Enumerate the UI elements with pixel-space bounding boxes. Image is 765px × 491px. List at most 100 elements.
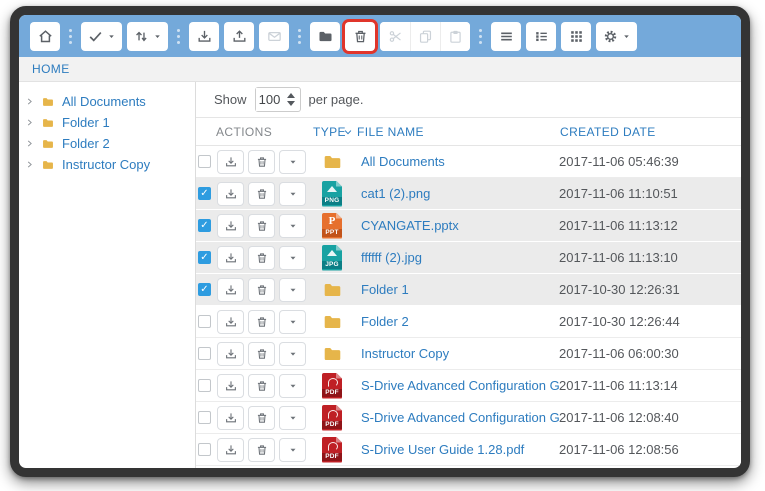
- download-icon: [224, 411, 238, 425]
- delete-button[interactable]: [345, 22, 375, 51]
- row-download-button[interactable]: [217, 150, 244, 174]
- created-date: 2017-11-06 05:46:39: [559, 154, 741, 169]
- file-name-link[interactable]: cat1 (2).png: [361, 186, 430, 201]
- table-body: All Documents 2017-11-06 05:46:39 PNG ca…: [196, 146, 741, 466]
- row-more-button[interactable]: [279, 406, 306, 430]
- file-type-label: JPG: [322, 261, 342, 269]
- row-download-button[interactable]: [217, 342, 244, 366]
- row-checkbox[interactable]: [198, 347, 211, 360]
- file-name-link[interactable]: Folder 2: [361, 314, 409, 329]
- download-button[interactable]: [189, 22, 219, 51]
- row-checkbox[interactable]: [198, 443, 211, 456]
- row-more-button[interactable]: [279, 342, 306, 366]
- stepper-up-icon[interactable]: [287, 93, 295, 98]
- row-more-button[interactable]: [279, 374, 306, 398]
- png-file-icon: PNG: [322, 181, 342, 207]
- toolbar-separator: [298, 29, 301, 44]
- row-delete-button[interactable]: [248, 278, 275, 302]
- download-icon: [224, 251, 238, 265]
- file-name-link[interactable]: Folder 1: [361, 282, 409, 297]
- row-delete-button[interactable]: [248, 182, 275, 206]
- row-download-button[interactable]: [217, 214, 244, 238]
- row-delete-button[interactable]: [248, 438, 275, 462]
- file-name-link[interactable]: S-Drive Advanced Configuration Gui...: [361, 410, 559, 425]
- row-download-button[interactable]: [217, 438, 244, 462]
- detail-view-button[interactable]: [526, 22, 556, 51]
- per-page-stepper[interactable]: [284, 88, 298, 111]
- trash-icon: [352, 28, 369, 45]
- row-delete-button[interactable]: [248, 342, 275, 366]
- sort-button[interactable]: [127, 22, 168, 51]
- column-header-created-date[interactable]: CREATED DATE: [560, 125, 656, 139]
- row-download-button[interactable]: [217, 278, 244, 302]
- per-page-input[interactable]: [256, 88, 284, 111]
- table-header: ACTIONS TYPE FILE NAME CREATED DATE: [196, 118, 741, 146]
- sidebar-item-instructor-copy[interactable]: Instructor Copy: [19, 154, 195, 175]
- row-download-button[interactable]: [217, 406, 244, 430]
- download-icon: [224, 347, 238, 361]
- file-name-link[interactable]: S-Drive User Guide 1.28.pdf: [361, 442, 524, 457]
- row-delete-button[interactable]: [248, 406, 275, 430]
- row-download-button[interactable]: [217, 374, 244, 398]
- row-checkbox[interactable]: [198, 251, 211, 264]
- toolbar-separator: [479, 29, 482, 44]
- row-checkbox[interactable]: [198, 219, 211, 232]
- file-type-label: PPT: [322, 229, 342, 237]
- list-view-button[interactable]: [491, 22, 521, 51]
- sidebar-item-all-documents[interactable]: All Documents: [19, 91, 195, 112]
- ppt-file-icon: PPPT: [322, 213, 342, 239]
- grid-view-button[interactable]: [561, 22, 591, 51]
- row-more-button[interactable]: [279, 310, 306, 334]
- row-checkbox[interactable]: [198, 379, 211, 392]
- file-name-link[interactable]: Instructor Copy: [361, 346, 449, 361]
- table-row: PDF S-Drive Advanced Configuration Gui..…: [196, 370, 741, 402]
- folder-icon: [40, 158, 56, 172]
- gear-icon: [602, 28, 619, 45]
- table-row: Folder 1 2017-10-30 12:26:31: [196, 274, 741, 306]
- row-checkbox[interactable]: [198, 283, 211, 296]
- email-button: [259, 22, 289, 51]
- column-header-file-name[interactable]: FILE NAME: [343, 125, 424, 139]
- expand-chevron-icon: [25, 118, 34, 127]
- row-download-button[interactable]: [217, 310, 244, 334]
- trash-icon: [255, 315, 269, 329]
- row-download-button[interactable]: [217, 246, 244, 270]
- table-row: JPG ffffff (2).jpg 2017-11-06 11:13:10: [196, 242, 741, 274]
- row-delete-button[interactable]: [248, 310, 275, 334]
- row-delete-button[interactable]: [248, 214, 275, 238]
- row-checkbox[interactable]: [198, 315, 211, 328]
- breadcrumb-home-link[interactable]: HOME: [32, 62, 70, 76]
- table-row: PNG cat1 (2).png 2017-11-06 11:10:51: [196, 178, 741, 210]
- row-delete-button[interactable]: [248, 150, 275, 174]
- row-more-button[interactable]: [279, 246, 306, 270]
- file-name-link[interactable]: CYANGATE.pptx: [361, 218, 459, 233]
- breadcrumb: HOME: [19, 57, 741, 82]
- file-name-link[interactable]: ffffff (2).jpg: [361, 250, 422, 265]
- check-icon: [87, 28, 104, 45]
- row-more-button[interactable]: [279, 150, 306, 174]
- sidebar-item-folder-2[interactable]: Folder 2: [19, 133, 195, 154]
- row-more-button[interactable]: [279, 214, 306, 238]
- stepper-down-icon[interactable]: [287, 101, 295, 106]
- row-more-button[interactable]: [279, 278, 306, 302]
- caret-down-icon: [288, 413, 298, 423]
- row-delete-button[interactable]: [248, 246, 275, 270]
- home-button[interactable]: [30, 22, 60, 51]
- pdf-file-icon: PDF: [322, 405, 342, 431]
- row-checkbox[interactable]: [198, 187, 211, 200]
- file-name-link[interactable]: S-Drive Advanced Configuration Gui...: [361, 378, 559, 393]
- row-download-button[interactable]: [217, 182, 244, 206]
- upload-button[interactable]: [224, 22, 254, 51]
- column-header-type[interactable]: TYPE: [313, 125, 346, 139]
- row-more-button[interactable]: [279, 438, 306, 462]
- settings-button[interactable]: [596, 22, 637, 51]
- select-all-button[interactable]: [81, 22, 122, 51]
- row-checkbox[interactable]: [198, 155, 211, 168]
- sidebar-item-folder-1[interactable]: Folder 1: [19, 112, 195, 133]
- new-folder-button[interactable]: [310, 22, 340, 51]
- file-name-link[interactable]: All Documents: [361, 154, 445, 169]
- row-more-button[interactable]: [279, 182, 306, 206]
- toolbar: [19, 15, 741, 57]
- row-checkbox[interactable]: [198, 411, 211, 424]
- row-delete-button[interactable]: [248, 374, 275, 398]
